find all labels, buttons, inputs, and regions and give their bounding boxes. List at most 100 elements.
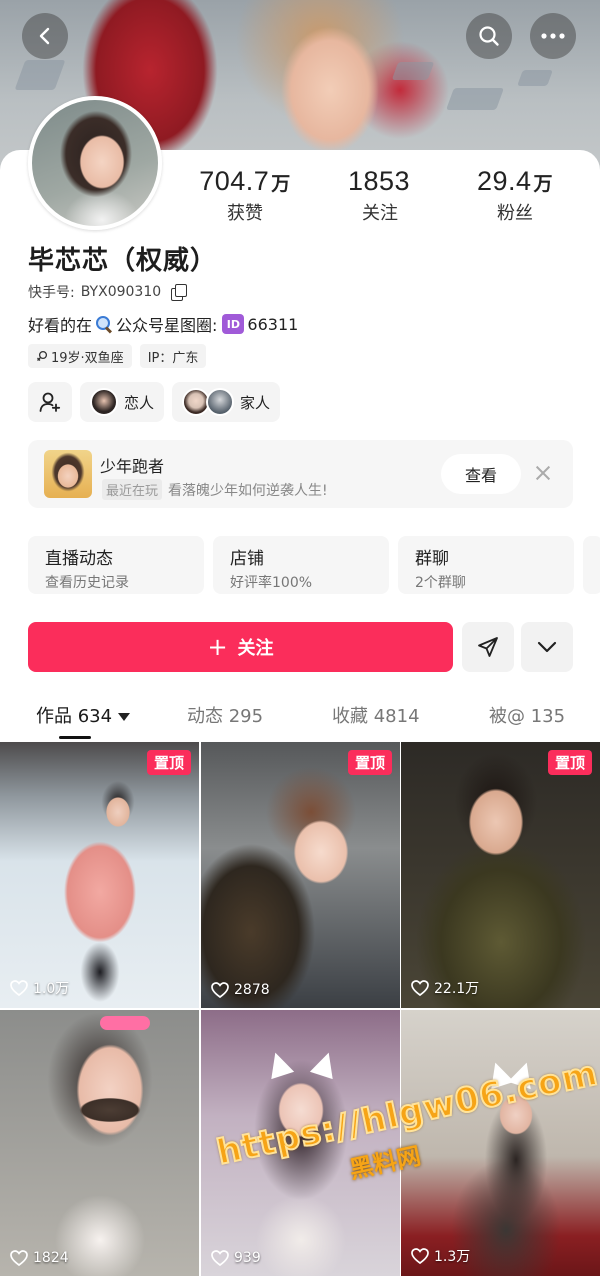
- post-thumbnail[interactable]: 1824: [0, 1010, 199, 1276]
- recent-game-card[interactable]: 少年跑者 最近在玩 看落魄少年如何逆袭人生! 查看: [28, 440, 573, 508]
- post-likes: 1.3万: [411, 1246, 470, 1266]
- likes-count: 1824: [33, 1250, 69, 1266]
- pinned-badge: 置顶: [547, 750, 592, 775]
- stat-unit: 万: [533, 174, 554, 195]
- tag-age: 19岁·双鱼座: [28, 344, 132, 368]
- profile-tags: 19岁·双鱼座 IP：广东: [28, 344, 207, 368]
- game-subtitle-row: 最近在玩 看落魄少年如何逆袭人生!: [102, 479, 328, 500]
- post-likes: 22.1万: [411, 978, 479, 998]
- id-emoji-icon: ID: [222, 314, 245, 334]
- kuaishou-id-value: BYX090310: [80, 284, 162, 300]
- back-icon: [39, 27, 50, 45]
- service-live[interactable]: 直播动态 查看历史记录: [28, 536, 204, 594]
- more-button[interactable]: [530, 13, 576, 59]
- more-actions-button[interactable]: [521, 622, 573, 672]
- heart-icon: [411, 980, 429, 996]
- cover-decor: [14, 60, 66, 90]
- copy-icon[interactable]: [171, 284, 188, 301]
- bio-prefix: 好看的在: [28, 316, 93, 335]
- service-subtitle: 好评率100%: [230, 575, 313, 591]
- stat-followers[interactable]: 29.4 万 粉丝: [460, 166, 570, 225]
- service-title: 直播动态: [45, 549, 113, 569]
- tab-mentions[interactable]: 被@ 135: [489, 702, 565, 728]
- stat-value: 1853: [347, 166, 411, 196]
- service-title: 店铺: [230, 549, 264, 569]
- heart-icon: [211, 982, 229, 998]
- bio-number: 66311: [247, 314, 299, 334]
- stat-value: 29.4: [476, 166, 532, 196]
- post-thumbnail[interactable]: 置顶 2878: [201, 742, 400, 1008]
- tab-works[interactable]: 作品 634: [36, 702, 131, 728]
- add-friend-icon: [39, 392, 61, 412]
- services-row: 直播动态 查看历史记录 店铺 好评率100% 群聊 2个群聊: [28, 536, 600, 594]
- game-thumbnail: [44, 450, 92, 498]
- stat-unit: 万: [271, 174, 291, 195]
- stat-following[interactable]: 1853 关注: [325, 166, 435, 225]
- heart-icon: [10, 980, 28, 996]
- avatar: [90, 388, 118, 416]
- service-group-chat[interactable]: 群聊 2个群聊: [398, 536, 574, 594]
- likes-count: 1.0万: [33, 981, 70, 997]
- post-likes: 2878: [211, 982, 270, 998]
- follow-label: 关注: [237, 638, 274, 659]
- likes-count: 939: [234, 1250, 261, 1266]
- kuaishou-id-label: 快手号:: [28, 285, 75, 301]
- chevron-down-icon: [537, 641, 557, 653]
- pinned-badge: 置顶: [146, 750, 191, 775]
- bio-middle: 公众号星图圈:: [116, 316, 218, 335]
- tab-favorites[interactable]: 收藏 4814: [332, 702, 420, 728]
- service-subtitle: 2个群聊: [415, 575, 466, 591]
- post-likes: 939: [211, 1250, 261, 1266]
- search-button[interactable]: [466, 13, 512, 59]
- tag-label: IP：广东: [147, 350, 199, 366]
- avatar: [206, 388, 235, 416]
- stat-label: 粉丝: [497, 203, 533, 224]
- likes-count: 22.1万: [434, 981, 480, 997]
- heart-icon: [10, 1250, 28, 1266]
- heart-icon: [211, 1250, 229, 1266]
- content-tabs: 作品 634 动态 295 收藏 4814 被@ 135: [0, 700, 600, 740]
- relation-label: 家人: [240, 393, 271, 412]
- caret-down-icon: [118, 713, 131, 721]
- service-subtitle: 查看历史记录: [45, 575, 129, 591]
- service-shop[interactable]: 店铺 好评率100%: [213, 536, 389, 594]
- close-icon[interactable]: [534, 464, 552, 482]
- tag-ip: IP：广东: [139, 344, 207, 368]
- relation-label: 恋人: [124, 393, 155, 412]
- tab-label: 作品 634: [36, 706, 113, 727]
- likes-count: 2878: [234, 982, 270, 998]
- post-likes: 1.0万: [10, 978, 69, 998]
- post-thumbnail[interactable]: 置顶 22.1万: [401, 742, 600, 1008]
- post-thumbnail[interactable]: 置顶 1.0万: [0, 742, 199, 1008]
- follow-button[interactable]: + 关注: [28, 622, 453, 672]
- relations-row: 恋人 家人: [28, 382, 281, 422]
- more-icon: [541, 33, 565, 39]
- post-decor: [100, 1016, 150, 1030]
- back-button[interactable]: [22, 13, 68, 59]
- recently-playing-chip: 最近在玩: [102, 479, 163, 500]
- tab-moments[interactable]: 动态 295: [187, 702, 263, 728]
- avatar[interactable]: [28, 96, 162, 230]
- magnifier-emoji-icon: [95, 315, 113, 333]
- cover-decor: [391, 62, 435, 80]
- send-icon: [478, 637, 498, 657]
- add-friend-button[interactable]: [28, 382, 72, 422]
- cover-decor: [517, 70, 553, 86]
- stat-label: 获赞: [227, 203, 263, 224]
- profile-bio: 好看的在 公众号星图圈: ID 66311: [28, 312, 298, 336]
- stat-likes[interactable]: 704.7 万 获赞: [190, 166, 300, 225]
- send-message-button[interactable]: [462, 622, 514, 672]
- kuaishou-id-row: 快手号: BYX090310: [28, 282, 188, 302]
- relation-lover[interactable]: 恋人: [80, 382, 165, 422]
- post-likes: 1824: [10, 1250, 69, 1266]
- relation-family[interactable]: 家人: [172, 382, 281, 422]
- plus-icon: +: [207, 633, 228, 661]
- stat-value: 704.7: [199, 166, 270, 196]
- view-game-button[interactable]: 查看: [441, 454, 521, 494]
- cover-decor: [445, 88, 505, 110]
- game-title: 少年跑者: [100, 457, 165, 476]
- service-more[interactable]: [583, 536, 600, 594]
- pinned-badge: 置顶: [347, 750, 392, 775]
- stat-label: 关注: [362, 203, 398, 224]
- profile-stats: 704.7 万 获赞 1853 关注 29.4 万 粉丝: [180, 166, 580, 225]
